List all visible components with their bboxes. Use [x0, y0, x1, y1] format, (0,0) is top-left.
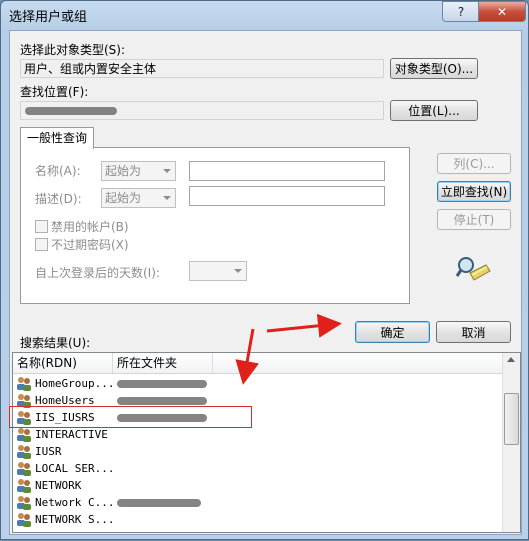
search-results-list[interactable]: 名称(RDN) 所在文件夹 HomeGroup... HomeUsers IIS_I… — [12, 352, 521, 533]
find-now-button[interactable]: 立即查找(N) — [437, 181, 511, 202]
table-row[interactable]: IUSR — [13, 443, 503, 460]
user-group-icon — [16, 444, 32, 459]
name-label: 名称(A): — [35, 164, 81, 178]
user-group-icon — [16, 495, 32, 510]
row-name: Network C... — [35, 496, 115, 509]
row-name: NETWORK S... — [35, 513, 115, 526]
table-row[interactable]: NETWORK — [13, 477, 503, 494]
disabled-accounts-checkbox[interactable] — [35, 220, 48, 233]
days-since-login-select[interactable] — [189, 261, 247, 281]
name-input[interactable] — [189, 161, 385, 181]
row-folder-redacted — [117, 499, 201, 507]
help-button[interactable]: ? — [442, 1, 480, 22]
row-folder-redacted — [117, 397, 207, 405]
columns-button[interactable]: 列(C)... — [437, 153, 511, 174]
disabled-accounts-label: 禁用的帐户(B) — [51, 220, 129, 234]
window-title: 选择用户或组 — [9, 10, 88, 25]
user-group-icon — [16, 427, 32, 442]
chevron-down-icon — [163, 169, 171, 173]
highlight-box — [9, 406, 252, 428]
name-mode-select[interactable]: 起始为 — [101, 161, 176, 181]
column-header-name[interactable]: 名称(RDN) — [13, 353, 113, 373]
search-results-label: 搜索结果(U): — [20, 336, 91, 350]
scroll-up-icon[interactable] — [507, 357, 515, 362]
object-type-label: 选择此对象类型(S): — [20, 43, 126, 57]
dialog-body: 选择此对象类型(S): 用户、组或内置安全主体 对象类型(O)... 查找位置(… — [9, 30, 522, 535]
location-field — [20, 101, 384, 120]
cancel-button[interactable]: 取消 — [436, 321, 511, 343]
user-group-icon — [16, 461, 32, 476]
user-group-icon — [16, 512, 32, 527]
ok-button[interactable]: 确定 — [355, 321, 430, 343]
chevron-down-icon — [234, 269, 242, 273]
row-name: IUSR — [35, 445, 62, 458]
table-row[interactable]: NETWORK S... — [13, 511, 503, 528]
row-name: HomeGroup... — [35, 377, 115, 390]
non-expiring-password-label: 不过期密码(X) — [51, 238, 129, 252]
dialog-window: 选择用户或组 ? ✕ 选择此对象类型(S): 用户、组或内置安全主体 对象类型(… — [0, 0, 529, 540]
non-expiring-password-checkbox[interactable] — [35, 238, 48, 251]
user-group-icon — [16, 376, 32, 391]
close-button[interactable]: ✕ — [478, 1, 526, 22]
tab-general-query[interactable]: 一般性查询 — [20, 127, 94, 149]
table-row[interactable]: LOCAL SER... — [13, 460, 503, 477]
locations-button[interactable]: 位置(L)... — [390, 100, 478, 121]
days-since-login-label: 自上次登录后的天数(I): — [35, 266, 160, 280]
location-redacted — [25, 107, 117, 115]
chevron-down-icon — [163, 196, 171, 200]
table-row[interactable]: INTERACTIVE — [13, 426, 503, 443]
column-header-folder[interactable]: 所在文件夹 — [113, 353, 213, 373]
table-row[interactable]: HomeGroup... — [13, 375, 503, 392]
row-name: INTERACTIVE — [35, 428, 108, 441]
stop-button[interactable]: 停止(T) — [437, 209, 511, 230]
description-mode-select[interactable]: 起始为 — [101, 188, 176, 208]
row-name: NETWORK — [35, 479, 82, 492]
user-group-icon — [16, 478, 32, 493]
description-input[interactable] — [189, 186, 385, 206]
row-name: LOCAL SER... — [35, 462, 115, 475]
row-folder-redacted — [117, 380, 207, 388]
scroll-thumb[interactable] — [504, 393, 519, 445]
results-scrollbar[interactable] — [502, 353, 520, 532]
results-header: 名称(RDN) 所在文件夹 — [13, 353, 503, 374]
search-icon — [456, 257, 491, 281]
description-label: 描述(D): — [35, 192, 82, 206]
location-label: 查找位置(F): — [20, 85, 89, 99]
general-query-panel: 名称(A): 起始为 描述(D): 起始为 禁用的帐户(B) 不过期密码(X) … — [20, 147, 410, 304]
object-types-button[interactable]: 对象类型(O)... — [390, 58, 478, 79]
object-type-field: 用户、组或内置安全主体 — [20, 59, 384, 78]
table-row[interactable]: Network C... — [13, 494, 503, 511]
